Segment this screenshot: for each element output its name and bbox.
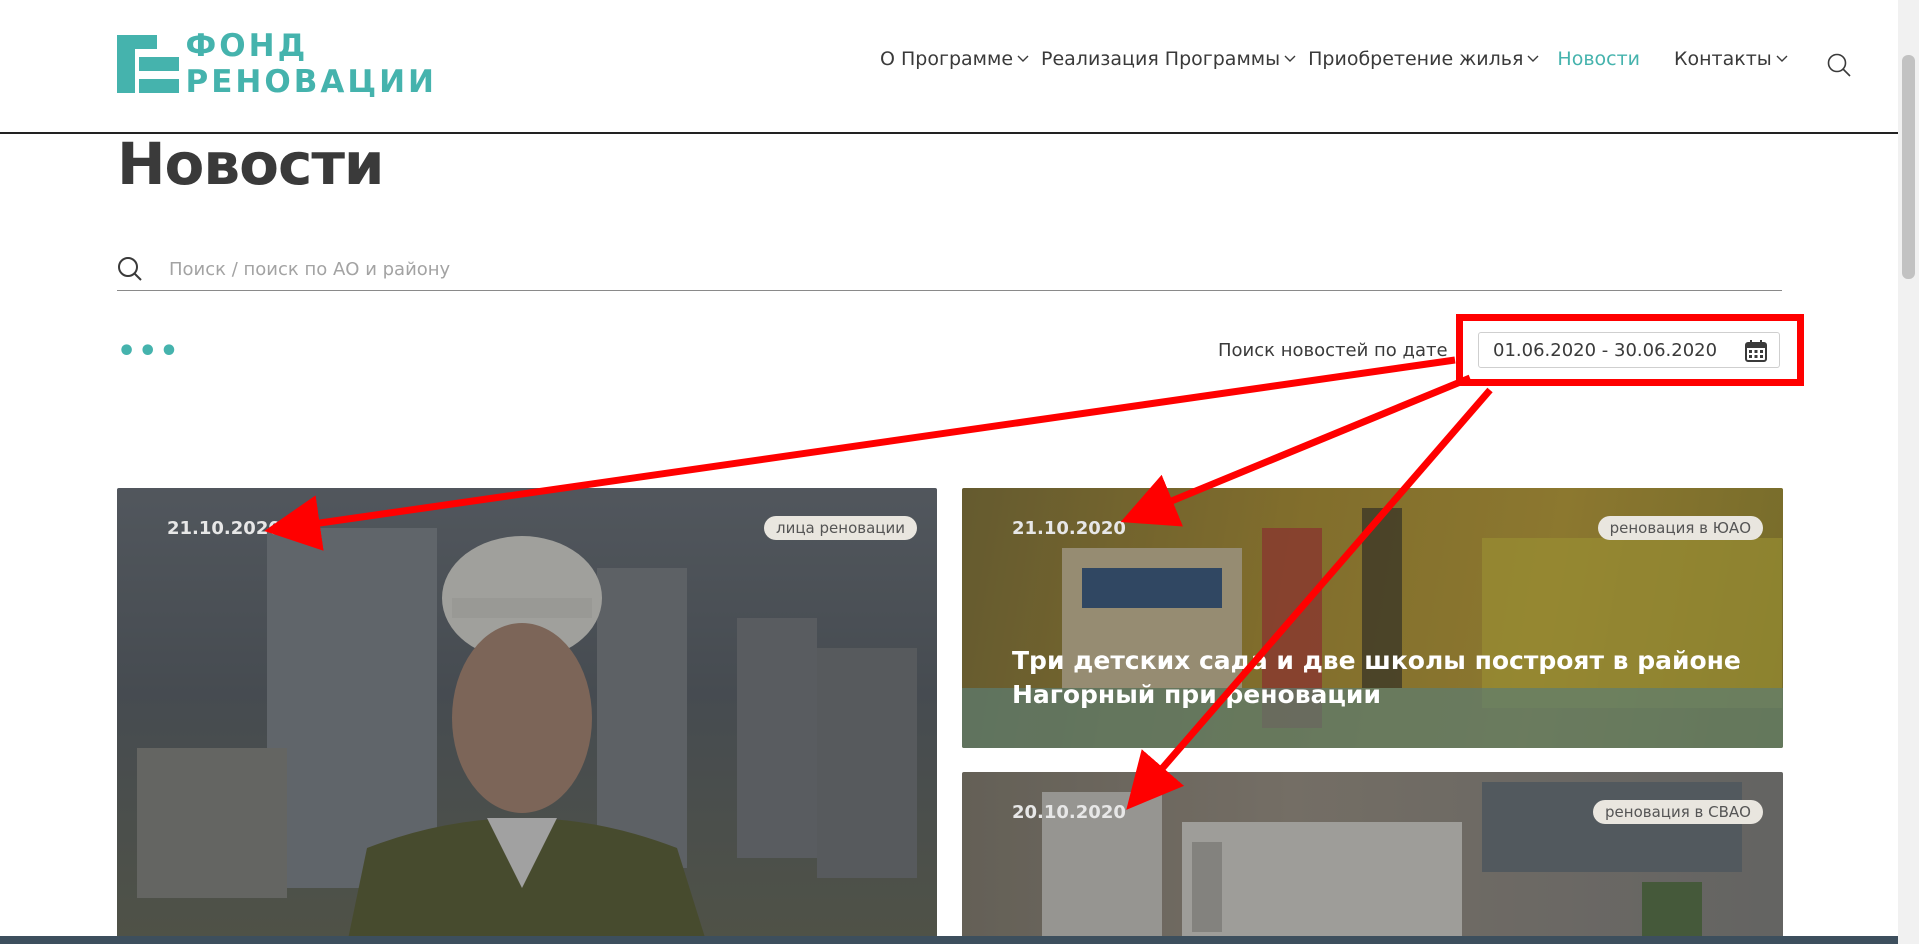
- search-input[interactable]: [167, 257, 1671, 281]
- logo-line-2: РЕНОВАЦИИ: [185, 64, 437, 100]
- page-title: Новости: [117, 130, 385, 198]
- main-nav: О Программе Реализация Программы Приобре…: [880, 48, 1800, 70]
- news-search: [117, 248, 1782, 291]
- nav-item-housing[interactable]: Приобретение жилья: [1308, 48, 1539, 70]
- nav-item-label: Новости: [1557, 48, 1641, 70]
- card-tag[interactable]: реновация в ЮАО: [1597, 516, 1763, 540]
- nav-item-about[interactable]: О Программе: [880, 48, 1029, 70]
- card-tag[interactable]: лица реновации: [764, 516, 917, 540]
- nav-item-implementation[interactable]: Реализация Программы: [1041, 48, 1296, 70]
- search-icon[interactable]: [1826, 52, 1852, 78]
- site-header: ФОНД РЕНОВАЦИИ О Программе Реализация Пр…: [0, 0, 1898, 134]
- news-card[interactable]: 20.10.2020 реновация в СВАО: [962, 772, 1783, 944]
- card-title[interactable]: Три детских сада и две школы построят в …: [1012, 644, 1772, 712]
- news-card[interactable]: 21.10.2020 лица реновации: [117, 488, 937, 944]
- nav-item-label: Контакты: [1674, 48, 1772, 70]
- card-date: 21.10.2020: [167, 518, 281, 539]
- card-overlay: [962, 772, 1783, 944]
- chevron-down-icon: [1527, 55, 1539, 62]
- bottom-bar: [0, 936, 1898, 944]
- card-date: 21.10.2020: [1012, 518, 1126, 539]
- nav-item-news[interactable]: Новости: [1557, 48, 1640, 70]
- more-filters-button[interactable]: •••: [117, 337, 181, 367]
- date-filter-label: Поиск новостей по дате: [1218, 340, 1448, 361]
- search-icon[interactable]: [117, 256, 143, 282]
- nav-item-label: Реализация Программы: [1041, 48, 1281, 70]
- nav-item-contacts[interactable]: Контакты: [1674, 48, 1788, 70]
- logo-text: ФОНД РЕНОВАЦИИ: [186, 28, 437, 100]
- scrollbar-thumb[interactable]: [1902, 55, 1915, 279]
- chevron-down-icon: [1284, 55, 1296, 62]
- card-overlay: [117, 488, 937, 944]
- chevron-down-icon: [1776, 55, 1788, 62]
- nav-item-label: Приобретение жилья: [1308, 48, 1524, 70]
- card-date: 20.10.2020: [1012, 802, 1126, 823]
- news-card[interactable]: 21.10.2020 реновация в ЮАО Три детских с…: [962, 488, 1783, 748]
- logo-line-1: ФОНД: [185, 28, 309, 64]
- nav-item-label: О Программе: [880, 48, 1014, 70]
- logo[interactable]: ФОНД РЕНОВАЦИИ: [117, 28, 437, 100]
- annotation-highlight-box: [1456, 314, 1804, 386]
- card-tag[interactable]: реновация в СВАО: [1593, 800, 1763, 824]
- logo-mark-icon: [117, 35, 179, 93]
- chevron-down-icon: [1017, 55, 1029, 62]
